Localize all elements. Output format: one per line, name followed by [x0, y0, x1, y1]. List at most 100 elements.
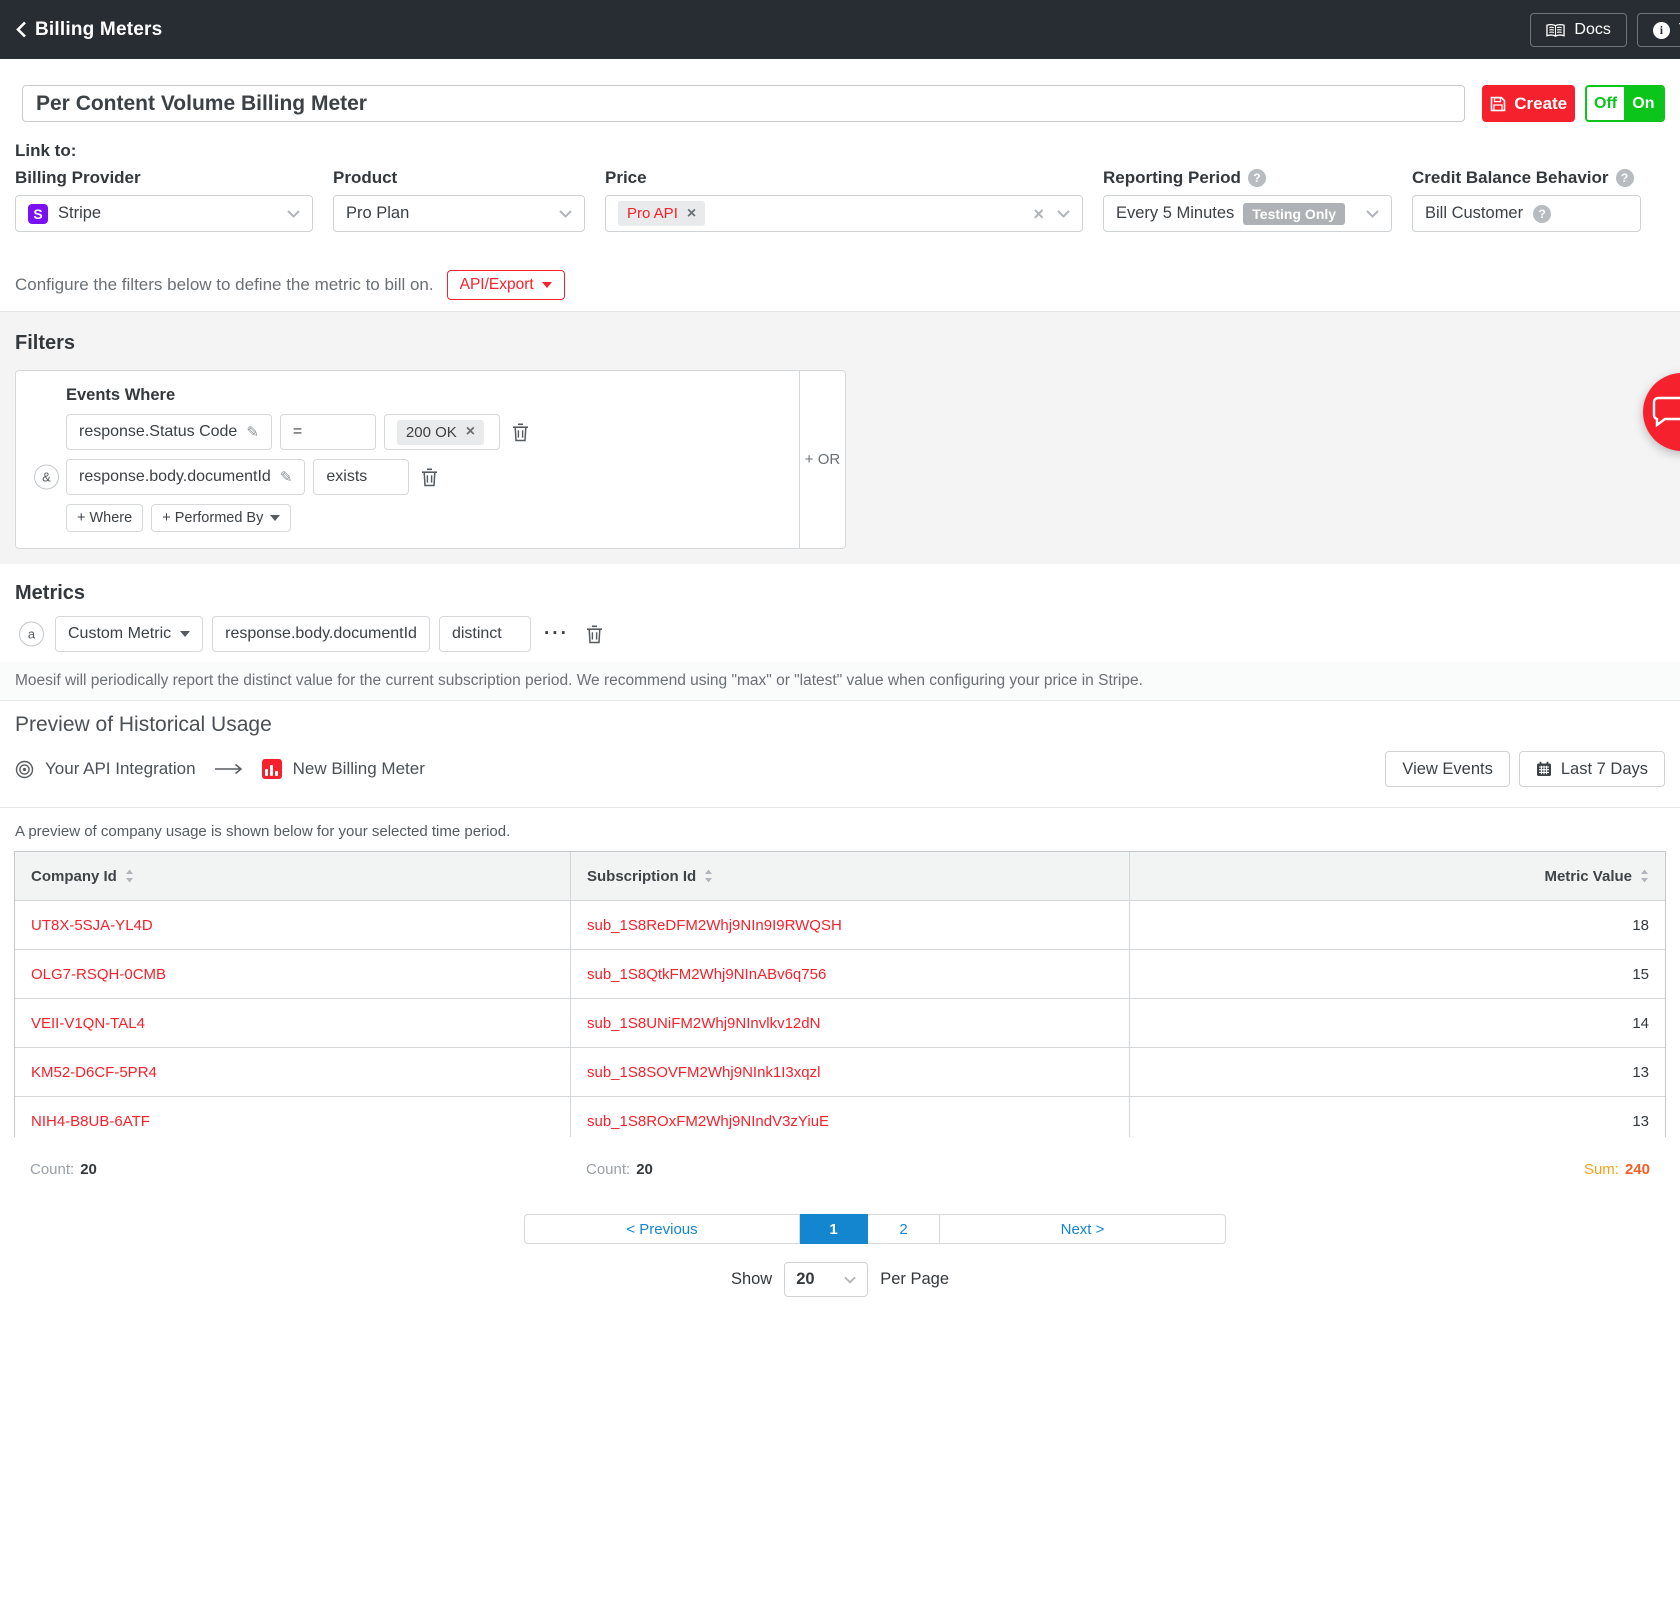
reporting-period-select[interactable]: Every 5 Minutes Testing Only: [1103, 195, 1392, 232]
off-on-toggle: Off On: [1585, 85, 1665, 122]
meter-name-input[interactable]: [22, 85, 1465, 122]
sum-label: Sum:: [1584, 1161, 1619, 1178]
more-options-icon[interactable]: ···: [540, 623, 573, 645]
filter-value-text: 200 OK: [406, 424, 457, 441]
filter-group: Events Where response.Status Code ✎ = 20…: [15, 370, 846, 549]
chevron-down-icon: [1057, 210, 1070, 218]
company-id-link[interactable]: UT8X-5SJA-YL4D: [31, 917, 153, 934]
filter-field-button[interactable]: response.Status Code ✎: [66, 414, 272, 450]
create-button[interactable]: Create: [1482, 85, 1575, 122]
subscription-id-link[interactable]: sub_1S8SOVFM2Whj9NInk1I3xqzl: [587, 1064, 820, 1081]
sort-icon: [125, 869, 134, 883]
metric-type-select[interactable]: Custom Metric: [55, 616, 203, 652]
delete-metric-button[interactable]: [582, 623, 607, 646]
subscription-id-link[interactable]: sub_1S8UNiFM2Whj9NInvlkv12dN: [587, 1015, 820, 1032]
toggle-off[interactable]: Off: [1587, 87, 1623, 120]
link-to-label: Link to:: [15, 141, 1680, 161]
date-range-label: Last 7 Days: [1561, 760, 1648, 779]
pencil-icon: ✎: [246, 423, 259, 441]
filter-field-button[interactable]: response.body.documentId ✎: [66, 459, 305, 495]
topbar-actions: Docs i Tour: [1530, 13, 1680, 47]
per-page-label: Per Page: [880, 1270, 949, 1289]
trash-icon: [512, 423, 529, 442]
company-id-link[interactable]: KM52-D6CF-5PR4: [31, 1064, 157, 1081]
price-select[interactable]: Pro API × ×: [605, 195, 1083, 232]
company-id-link[interactable]: VEII-V1QN-TAL4: [31, 1015, 145, 1032]
metric-aggregation-select[interactable]: distinct: [439, 616, 531, 652]
date-range-button[interactable]: Last 7 Days: [1519, 751, 1665, 787]
add-or-button[interactable]: + OR: [799, 371, 845, 548]
back-to-billing-meters-link[interactable]: Billing Meters: [16, 19, 162, 41]
column-header-subscription-id[interactable]: Subscription Id: [571, 852, 1130, 900]
toggle-on[interactable]: On: [1624, 87, 1663, 120]
info-icon: i: [1653, 22, 1670, 39]
docs-button[interactable]: Docs: [1530, 13, 1626, 47]
remove-value-icon[interactable]: ×: [466, 424, 475, 440]
api-export-button[interactable]: API/Export: [447, 270, 565, 300]
chat-bubble-icon: [1652, 396, 1680, 428]
filter-operator-select[interactable]: =: [280, 414, 376, 450]
book-icon: [1546, 23, 1565, 38]
metrics-heading: Metrics: [15, 582, 1665, 605]
company-id-link[interactable]: NIH4-B8UB-6ATF: [31, 1113, 150, 1130]
subscription-id-link[interactable]: sub_1S8ReDFM2Whj9NIn9I9RWQSH: [587, 917, 842, 934]
column-header-company-id[interactable]: Company Id: [15, 852, 571, 900]
chevron-left-icon: [16, 21, 27, 38]
add-where-button[interactable]: + Where: [66, 504, 143, 532]
metric-value-cell: 13: [1130, 1097, 1665, 1137]
page-size-select[interactable]: 20: [784, 1262, 868, 1297]
view-events-button[interactable]: View Events: [1385, 751, 1510, 787]
api-export-label: API/Export: [460, 276, 534, 294]
filter-value-box[interactable]: 200 OK ×: [384, 414, 500, 450]
reporting-period-label-text: Reporting Period: [1103, 168, 1241, 188]
column-header-metric-value[interactable]: Metric Value: [1130, 852, 1665, 900]
delete-filter-button[interactable]: [417, 466, 442, 489]
remove-price-icon[interactable]: ×: [687, 206, 696, 222]
next-page-button[interactable]: Next >: [940, 1214, 1226, 1244]
product-select[interactable]: Pro Plan: [333, 195, 585, 232]
help-icon[interactable]: ?: [1248, 169, 1266, 187]
help-icon[interactable]: ?: [1616, 169, 1634, 187]
table-row: VEII-V1QN-TAL4 sub_1S8UNiFM2Whj9NInvlkv1…: [15, 999, 1665, 1048]
usage-table-container[interactable]: Company Id Subscription Id Metric Value …: [14, 851, 1666, 1137]
credit-balance-label-text: Credit Balance Behavior: [1412, 168, 1609, 188]
page-button-1[interactable]: 1: [800, 1214, 868, 1244]
help-icon[interactable]: ?: [1533, 205, 1551, 223]
billing-provider-select[interactable]: S Stripe: [15, 195, 313, 232]
subscription-id-link[interactable]: sub_1S8ROxFM2Whj9NIndV3zYiuE: [587, 1113, 829, 1130]
usage-table: Company Id Subscription Id Metric Value …: [14, 851, 1666, 1137]
metric-note: Moesif will periodically report the dist…: [0, 662, 1680, 701]
previous-page-button[interactable]: < Previous: [524, 1214, 800, 1244]
credit-balance-select[interactable]: Bill Customer ?: [1412, 195, 1641, 232]
divider: [0, 807, 1680, 808]
billing-meter-icon: [262, 759, 282, 779]
calendar-icon: [1536, 761, 1552, 777]
testing-only-badge: Testing Only: [1243, 203, 1345, 225]
credit-balance-field: Credit Balance Behavior ? Bill Customer …: [1412, 168, 1641, 232]
add-performed-by-button[interactable]: + Performed By: [151, 504, 291, 532]
events-where-label: Events Where: [66, 386, 785, 405]
filters-section: Filters Events Where response.Status Cod…: [0, 311, 1680, 564]
and-conjunction-badge[interactable]: &: [34, 465, 59, 490]
reporting-period-label: Reporting Period ?: [1103, 168, 1392, 188]
tour-button[interactable]: i Tour: [1637, 13, 1680, 47]
metric-field-box[interactable]: response.body.documentId: [212, 616, 430, 652]
clear-icon[interactable]: ×: [1033, 205, 1044, 223]
delete-filter-button[interactable]: [508, 421, 533, 444]
page-button-2[interactable]: 2: [868, 1214, 940, 1244]
caret-down-icon: [542, 282, 552, 288]
sort-icon: [1640, 869, 1649, 883]
api-integration-label: Your API Integration: [45, 759, 196, 779]
subscription-id-link[interactable]: sub_1S8QtkFM2Whj9NInABv6q756: [587, 966, 826, 983]
target-icon: [15, 760, 34, 779]
chevron-down-icon: [844, 1276, 856, 1284]
filter-row: & response.body.documentId ✎ exists: [30, 459, 785, 495]
count-value: 20: [636, 1161, 653, 1178]
pencil-icon: ✎: [280, 468, 293, 486]
arrow-right-icon: [214, 763, 244, 775]
subscription-count: Count: 20: [570, 1161, 1129, 1178]
filter-operator-select[interactable]: exists: [313, 459, 409, 495]
metric-value-cell: 13: [1130, 1048, 1665, 1096]
company-id-link[interactable]: OLG7-RSQH-0CMB: [31, 966, 166, 983]
create-button-label: Create: [1514, 94, 1567, 114]
